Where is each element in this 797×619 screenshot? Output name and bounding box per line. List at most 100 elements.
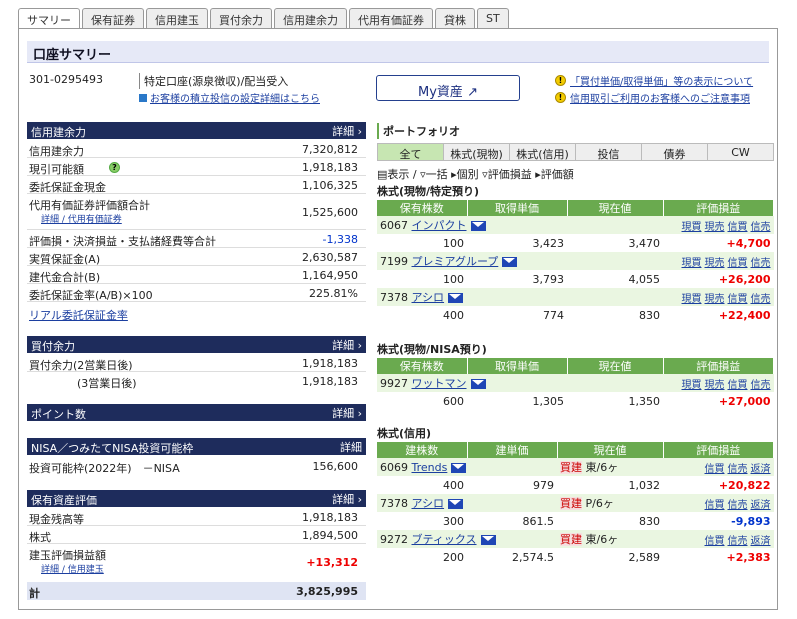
sort-value[interactable]: 評価額 [541,168,574,181]
sell-credit-link[interactable]: 信売 [751,222,771,233]
buying-row: 買付余力(2営業日後) 1,918,183 [27,354,366,372]
note-link-1[interactable]: 「買付単価/取得単価」等の表示について [570,73,753,88]
buy-credit-link[interactable]: 信買 [728,222,748,233]
sell-credit-link[interactable]: 信売 [728,500,748,511]
sell-credit-link[interactable]: 信売 [751,294,771,305]
tab-summary[interactable]: サマリー [18,8,80,29]
buying-header: 買付余力 詳細 › [27,336,366,353]
positions-detail-link[interactable]: 詳細 / 信用建玉 [41,562,104,575]
margin-row: 評価損・決済損益・支払諸経費等合計 -1,338 [27,230,366,248]
buying-detail-link[interactable]: 詳細 › [332,337,362,353]
assets-detail-link[interactable]: 詳細 › [332,491,362,507]
stock-name-link[interactable]: アシロ [412,291,445,304]
row-label: 現金残高等 [29,513,84,526]
collateral-detail-link[interactable]: 詳細 / 代用有価証券 [41,212,122,225]
row-label: 買付余力(2営業日後) [29,359,133,372]
sort-pl[interactable]: 評価損益 [488,168,532,181]
bulk-toggle[interactable]: 一括 [426,168,448,181]
sell-spot-link[interactable]: 現売 [705,258,725,269]
stock-name-link[interactable]: アシロ [412,497,445,510]
close-position-link[interactable]: 返済 [751,464,771,475]
sell-credit-link[interactable]: 信売 [751,380,771,391]
sell-spot-link[interactable]: 現売 [705,222,725,233]
nisa-section-title: 株式(現物/NISA預り) [377,343,487,356]
buy-credit-link[interactable]: 信買 [728,294,748,305]
pf-tab-all[interactable]: 全て [377,143,444,161]
mail-icon[interactable] [470,221,486,231]
buy-credit-link[interactable]: 信買 [728,380,748,391]
buy-spot-link[interactable]: 現買 [682,380,702,391]
col-cost: 取得単価 [467,200,568,216]
tab-holdings[interactable]: 保有証券 [82,8,144,28]
buy-credit-link[interactable]: 信買 [705,500,725,511]
tab-margin-power[interactable]: 信用建余力 [274,8,347,28]
tab-margin-positions[interactable]: 信用建玉 [146,8,208,28]
sell-spot-link[interactable]: 現売 [705,294,725,305]
cell-qty: 400 [443,478,464,492]
buy-spot-link[interactable]: 現買 [682,294,702,305]
sell-spot-link[interactable]: 現売 [705,380,725,391]
help-icon[interactable]: ? [109,162,120,173]
stock-name-link[interactable]: ワットマン [412,377,467,390]
table-row: 300 861.5 830 -9,893 [377,512,774,530]
row-value: 1,525,600 [302,206,358,219]
nisa-table: 保有株数 取得単価 現在値 評価損益 9927 ワットマン 現買 現売 信買 信売 600 1,… [377,358,774,410]
mail-icon[interactable] [480,535,496,545]
mail-icon[interactable] [470,379,486,389]
savings-link[interactable]: お客様の積立投信の設定詳細はこちら [150,90,320,105]
pf-tab-funds[interactable]: 投信 [576,143,642,161]
tab-lending[interactable]: 貸株 [435,8,475,28]
mail-icon[interactable] [451,462,467,473]
sell-credit-link[interactable]: 信売 [751,258,771,269]
buying-row: (3営業日後) 1,918,183 [27,372,366,390]
my-assets-button[interactable]: My資産 ↗ [376,75,520,101]
cell-pl: -9,893 [731,514,771,528]
sell-credit-link[interactable]: 信売 [728,464,748,475]
stock-code: 9272 [380,533,408,546]
row-label: 建代金合計(B) [29,271,101,284]
tab-collateral[interactable]: 代用有価証券 [349,8,433,28]
row-label: (3営業日後) [77,377,137,390]
buy-spot-link[interactable]: 現買 [682,258,702,269]
buy-credit-link[interactable]: 信買 [705,536,725,547]
mail-icon[interactable] [448,499,464,509]
col-pl: 評価損益 [663,442,774,458]
points-header-label: ポイント数 [31,408,86,421]
pf-tab-cw[interactable]: CW [708,143,774,161]
total-label: 計 [29,587,40,600]
stock-name-link[interactable]: インパクト [412,219,467,232]
tab-buying-power[interactable]: 買付余力 [210,8,272,28]
col-pl: 評価損益 [663,200,774,216]
close-position-link[interactable]: 返済 [751,500,771,511]
pf-tab-bonds[interactable]: 債券 [642,143,708,161]
buy-credit-link[interactable]: 信買 [728,258,748,269]
buy-credit-link[interactable]: 信買 [705,464,725,475]
stock-name-link[interactable]: プレミアグループ [412,255,499,268]
row-label: 委託保証金現金 [29,181,106,194]
mail-icon[interactable] [502,257,518,267]
note-link-2[interactable]: 信用取引ご利用のお客様へのご注意事項 [570,90,750,105]
individual-toggle[interactable]: 個別 [457,168,479,181]
cell-pl: +2,383 [726,550,771,564]
points-header: ポイント数 詳細 › [27,404,366,421]
nisa-detail-link[interactable]: 詳細 [340,439,362,455]
sell-credit-link[interactable]: 信売 [728,536,748,547]
mail-icon[interactable] [448,293,464,303]
row-value: 156,600 [312,460,359,473]
buy-spot-link[interactable]: 現買 [682,222,702,233]
tab-st[interactable]: ST [477,8,509,28]
cell-price: 3,470 [628,236,661,250]
cell-pl: +22,400 [718,308,771,322]
display-label: 表示 [387,168,410,181]
row-value: 1,106,325 [302,179,358,192]
stock-name-link[interactable]: Trends [412,461,448,474]
pf-tab-spot[interactable]: 株式(現物) [444,143,510,161]
margin-row: 委託保証金現金 1,106,325 [27,176,366,194]
points-detail-link[interactable]: 詳細 › [332,405,362,421]
stock-name-link[interactable]: ブティックス [412,533,477,546]
margin-row: 建代金合計(B) 1,164,950 [27,266,366,284]
close-position-link[interactable]: 返済 [751,536,771,547]
margin-detail-link[interactable]: 詳細 › [332,123,362,139]
pf-tab-credit[interactable]: 株式(信用) [510,143,576,161]
real-margin-rate-link[interactable]: リアル委託保証金率 [29,307,128,323]
